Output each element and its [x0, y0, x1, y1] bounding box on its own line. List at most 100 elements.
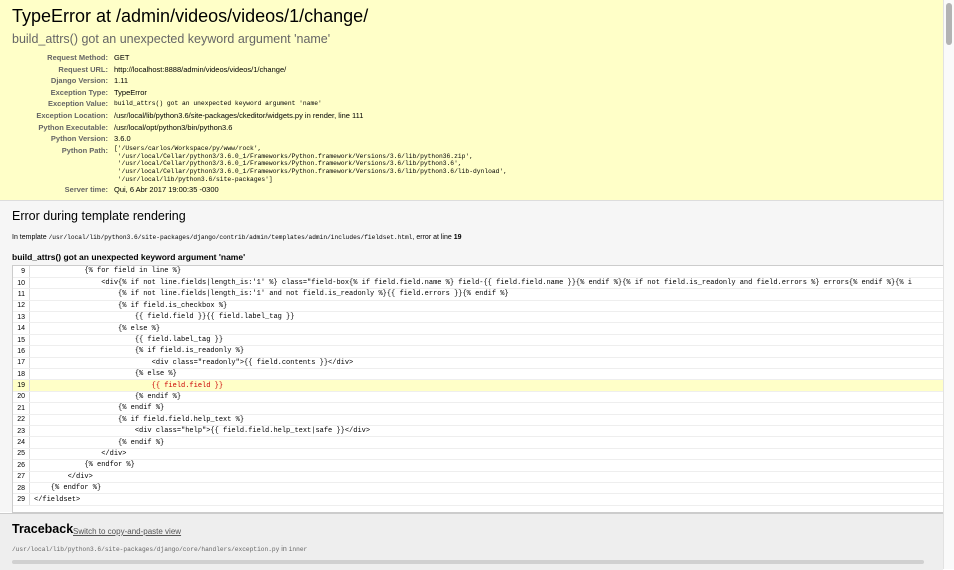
source-line: 29 </fieldset> — [13, 493, 944, 506]
line-number: 27 — [13, 471, 30, 483]
source-line: 15 {{ field.label_tag }} — [13, 334, 944, 347]
meta-row: Python Version: 3.6.0 — [0, 133, 507, 145]
line-source: {% else %} — [29, 368, 944, 381]
traceback-section: Traceback Switch to copy-and-paste view … — [0, 513, 943, 570]
vertical-scrollbar[interactable] — [943, 0, 954, 569]
line-source: {% if field.field.help_text %} — [29, 414, 944, 426]
meta-row: Python Path: ['/Users/carlos/Workspace/py… — [0, 145, 507, 184]
line-number: 13 — [13, 311, 30, 324]
line-source: {{ field.field }} — [29, 379, 944, 392]
meta-value: build_attrs() got an unexpected keyword … — [114, 100, 322, 108]
line-source: {% endif %} — [29, 391, 944, 404]
meta-row: Server time: Qui, 6 Abr 2017 19:00:35 -03… — [0, 184, 507, 196]
line-number: 16 — [13, 345, 30, 358]
line-number: 9 — [13, 266, 30, 278]
meta-label: Request Method: — [47, 53, 108, 62]
meta-label: Python Version: — [50, 134, 108, 144]
line-number: 19 — [13, 379, 30, 392]
python-path-line: '/usr/local/lib/python3.6/site-packages'… — [114, 175, 273, 183]
template-source-listing: 9 {% for field in line %} 10 <div{% if no… — [12, 265, 945, 513]
source-line: 19 {{ field.field }} — [13, 379, 944, 392]
source-line: 16 {% if field.is_readonly %} — [13, 345, 944, 358]
template-location: In template /usr/local/lib/python3.6/sit… — [12, 234, 462, 241]
source-line: 12 {% if field.is_checkbox %} — [13, 300, 944, 313]
source-line: 21 {% endif %} — [13, 402, 944, 415]
line-source: {% else %} — [29, 322, 944, 335]
traceback-frame[interactable]: /usr/local/lib/python3.6/site-packages/d… — [12, 546, 307, 553]
line-source: {{ field.label_tag }} — [29, 334, 944, 347]
meta-value: http://localhost:8888/admin/videos/video… — [114, 64, 287, 74]
line-number: 11 — [13, 288, 30, 301]
frame-function: inner — [288, 546, 308, 553]
horizontal-scrollbar[interactable] — [12, 560, 924, 564]
meta-row: Django Version: 1.11 — [0, 75, 507, 87]
line-source: {% if field.is_checkbox %} — [29, 300, 944, 313]
line-number: 10 — [13, 277, 30, 290]
source-line: 13 {{ field.field }}{{ field.label_tag }… — [13, 311, 944, 324]
python-path-line: '/usr/local/Cellar/python3/3.6.0_1/Frame… — [114, 168, 507, 176]
meta-label: Django Version: — [50, 76, 108, 86]
line-number: 25 — [13, 448, 30, 461]
source-line: 25 </div> — [13, 448, 944, 461]
line-number: 21 — [13, 402, 30, 415]
source-line: 14 {% else %} — [13, 322, 944, 335]
request-meta-table: Request Method: GET Request URL: http://loc… — [0, 52, 507, 195]
meta-value: GET — [114, 53, 130, 62]
switch-copy-paste-link[interactable]: Switch to copy-and-paste view — [73, 527, 181, 536]
line-number: 15 — [13, 334, 30, 347]
python-path-line: ['/Users/carlos/Workspace/py/www/rock', — [114, 144, 262, 152]
meta-value: Qui, 6 Abr 2017 19:00:35 -0300 — [114, 184, 219, 194]
meta-label: Python Path: — [61, 145, 108, 155]
line-number: 28 — [13, 482, 30, 495]
python-path-line: '/usr/local/Cellar/python3/3.6.0_1/Frame… — [114, 160, 462, 168]
meta-row: Request Method: GET — [0, 52, 507, 64]
meta-label: Python Executable: — [38, 122, 108, 132]
template-path: /usr/local/lib/python3.6/site-packages/d… — [48, 234, 413, 241]
line-source: {% endif %} — [29, 402, 944, 415]
source-line: 24 {% endif %} — [13, 436, 944, 449]
line-number: 14 — [13, 322, 30, 335]
line-number: 22 — [13, 414, 30, 426]
line-source: <div class="help">{{ field.field.help_te… — [29, 425, 944, 438]
meta-label: Exception Location: — [36, 110, 108, 120]
line-source: {% if field.is_readonly %} — [29, 345, 944, 358]
in-template-label: In template — [12, 234, 47, 241]
source-line: 17 <div class="readonly">{{ field.conten… — [13, 357, 944, 370]
frame-file: /usr/local/lib/python3.6/site-packages/d… — [12, 546, 280, 553]
line-source: {% endfor %} — [29, 459, 944, 472]
line-number: 26 — [13, 459, 30, 472]
meta-label: Server time: — [64, 184, 108, 194]
source-line: 9 {% for field in line %} — [13, 266, 944, 278]
line-source: {% for field in line %} — [29, 266, 944, 278]
source-line: 22 {% if field.field.help_text %} — [13, 414, 944, 426]
meta-label: Exception Type: — [50, 87, 108, 97]
line-number: 12 — [13, 300, 30, 313]
source-line: 28 {% endfor %} — [13, 482, 944, 495]
meta-value: ['/Users/carlos/Workspace/py/www/rock', … — [114, 145, 507, 184]
source-line: 18 {% else %} — [13, 368, 944, 381]
meta-value: 1.11 — [114, 76, 129, 86]
line-source: </fieldset> — [29, 493, 944, 506]
page-title: TypeError at /admin/videos/videos/1/chan… — [12, 6, 369, 26]
line-number: 29 — [13, 493, 30, 506]
error-line-number: 19 — [453, 234, 462, 241]
python-path-line: '/usr/local/Cellar/python3/3.6.0_1/Frame… — [114, 152, 473, 160]
line-source: </div> — [29, 448, 944, 461]
scrollbar-thumb[interactable] — [946, 3, 952, 45]
meta-row: Exception Location: /usr/local/lib/python… — [0, 110, 507, 122]
source-line: 27 </div> — [13, 471, 944, 483]
error-summary: TypeError at /admin/videos/videos/1/chan… — [0, 0, 943, 201]
line-number: 17 — [13, 357, 30, 370]
exception-subtitle: build_attrs() got an unexpected keyword … — [12, 32, 331, 46]
traceback-heading: Traceback — [12, 522, 74, 536]
template-error-message: build_attrs() got an unexpected keyword … — [12, 252, 246, 262]
source-line: 20 {% endif %} — [13, 391, 944, 404]
meta-value: /usr/local/opt/python3/bin/python3.6 — [114, 122, 233, 132]
line-source: {% endfor %} — [29, 482, 944, 495]
line-source: </div> — [29, 471, 944, 483]
meta-value: TypeError — [114, 87, 147, 97]
meta-value: 3.6.0 — [114, 134, 131, 144]
line-source: {{ field.field }}{{ field.label_tag }} — [29, 311, 944, 324]
frame-in-label: in — [281, 546, 287, 553]
meta-row: Request URL: http://localhost:8888/admin/… — [0, 64, 507, 76]
